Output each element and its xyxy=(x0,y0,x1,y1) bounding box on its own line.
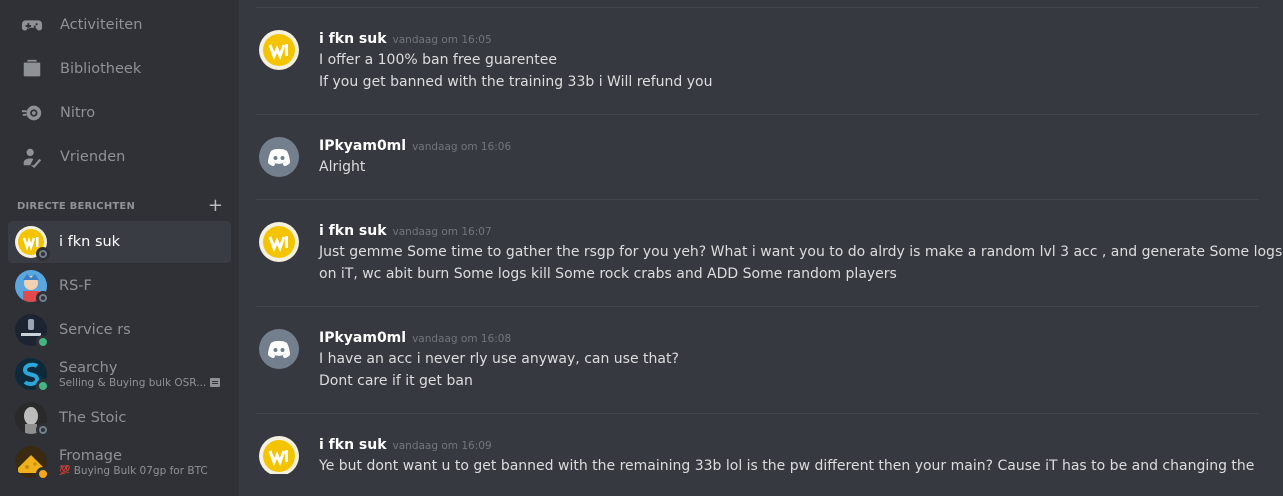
custom-status-icon xyxy=(210,378,221,387)
chat-area: i fkn suk vandaag om 16:05 I offer a 100… xyxy=(239,0,1283,496)
status-online-icon xyxy=(36,335,50,349)
status-idle-icon xyxy=(36,467,50,481)
message-timestamp: vandaag om 16:05 xyxy=(392,34,492,46)
dm-header-label: DIRECTE BERICHTEN xyxy=(17,200,136,212)
gamepad-icon xyxy=(20,13,44,37)
discord-default-avatar[interactable] xyxy=(259,329,299,369)
avatar xyxy=(15,446,50,481)
avatar xyxy=(15,226,50,261)
dm-name: Searchy xyxy=(59,359,118,376)
status-offline-icon xyxy=(36,291,50,305)
message-header: IPkyam0ml vandaag om 16:08 xyxy=(319,330,511,346)
dm-activity: 💯 Buying Bulk 07gp for BTC xyxy=(59,465,208,477)
message-author[interactable]: i fkn suk xyxy=(319,31,387,47)
dm-activity-text: Buying Bulk 07gp for BTC xyxy=(73,464,208,477)
message-header: i fkn suk vandaag om 16:09 xyxy=(319,437,492,453)
message-text: Dont care if it get ban xyxy=(319,373,473,389)
dm-name: i fkn suk xyxy=(59,234,121,250)
dm-item-the-stoic[interactable]: The Stoic xyxy=(8,397,231,439)
status-offline-icon xyxy=(36,247,50,261)
message-author[interactable]: i fkn suk xyxy=(319,223,387,239)
dm-name: Service rs xyxy=(59,322,131,338)
dm-name: The Stoic xyxy=(59,410,127,426)
nav-item-bibliotheek[interactable]: Bibliotheek xyxy=(8,48,231,90)
nav-item-nitro[interactable]: Nitro xyxy=(8,92,231,134)
message-header: i fkn suk vandaag om 16:07 xyxy=(319,223,492,239)
message-divider xyxy=(256,413,1259,414)
add-dm-icon[interactable]: + xyxy=(208,197,223,215)
nitro-icon xyxy=(20,101,44,125)
avatar xyxy=(15,270,50,305)
dm-activity: Selling & Buying bulk OSR... xyxy=(59,376,221,389)
status-online-icon xyxy=(36,379,50,393)
message-text: Alright xyxy=(319,159,366,175)
message-timestamp: vandaag om 16:08 xyxy=(412,333,512,345)
message-timestamp: vandaag om 16:09 xyxy=(392,440,492,452)
dm-item-i-fkn-suk[interactable]: i fkn suk xyxy=(8,221,231,263)
dm-header: DIRECTE BERICHTEN + xyxy=(17,197,223,215)
sidebar: Activiteiten Bibliotheek Nitro Vrienden … xyxy=(0,0,239,496)
friends-icon xyxy=(20,145,44,169)
message-text: on iT, wc abit burn Some logs kill Some … xyxy=(319,266,897,282)
composer-area xyxy=(239,474,1283,496)
dm-item-rs-f[interactable]: RS-F xyxy=(8,265,231,307)
dm-item-searchy[interactable]: Searchy Selling & Buying bulk OSR... xyxy=(8,353,231,395)
dm-item-service-rs[interactable]: Service rs xyxy=(8,309,231,351)
dm-activity-text: Selling & Buying bulk OSR... xyxy=(59,376,207,389)
message-text: If you get banned with the training 33b … xyxy=(319,74,713,90)
message-author[interactable]: IPkyam0ml xyxy=(319,138,406,154)
message-author[interactable]: i fkn suk xyxy=(319,437,387,453)
library-icon xyxy=(20,57,44,81)
message-text: I offer a 100% ban free guarentee xyxy=(319,52,557,68)
message-header: IPkyam0ml vandaag om 16:06 xyxy=(319,138,511,154)
message-divider xyxy=(256,306,1259,307)
dm-item-fromage[interactable]: Fromage 💯 Buying Bulk 07gp for BTC xyxy=(8,441,231,483)
message-author[interactable]: IPkyam0ml xyxy=(319,330,406,346)
nav-label: Nitro xyxy=(60,105,96,121)
hundred-emoji-icon: 💯 xyxy=(59,465,70,476)
message-timestamp: vandaag om 16:07 xyxy=(392,226,492,238)
yellow-logo-avatar[interactable] xyxy=(259,222,299,262)
message-header: i fkn suk vandaag om 16:05 xyxy=(319,31,492,47)
yellow-logo-avatar[interactable] xyxy=(259,30,299,70)
yellow-logo-avatar[interactable] xyxy=(259,436,299,476)
status-offline-icon xyxy=(36,423,50,437)
message-divider xyxy=(256,7,1259,8)
avatar xyxy=(15,314,50,349)
message-timestamp: vandaag om 16:06 xyxy=(412,141,512,153)
nav-item-vrienden[interactable]: Vrienden xyxy=(8,136,231,178)
message-text: I have an acc i never rly use anyway, ca… xyxy=(319,351,679,367)
nav-label: Vrienden xyxy=(60,149,126,165)
nav-item-activiteiten[interactable]: Activiteiten xyxy=(8,4,231,46)
message-divider xyxy=(256,114,1259,115)
message-text: Just gemme Some time to gather the rsgp … xyxy=(319,244,1283,260)
message-text: Ye but dont want u to get banned with th… xyxy=(319,458,1255,474)
avatar xyxy=(15,358,50,393)
dm-name: RS-F xyxy=(59,278,92,294)
avatar xyxy=(15,402,50,437)
nav-label: Activiteiten xyxy=(60,17,143,33)
discord-default-avatar[interactable] xyxy=(259,137,299,177)
message-divider xyxy=(256,199,1259,200)
nav-label: Bibliotheek xyxy=(60,61,142,77)
dm-name: Fromage xyxy=(59,447,122,464)
